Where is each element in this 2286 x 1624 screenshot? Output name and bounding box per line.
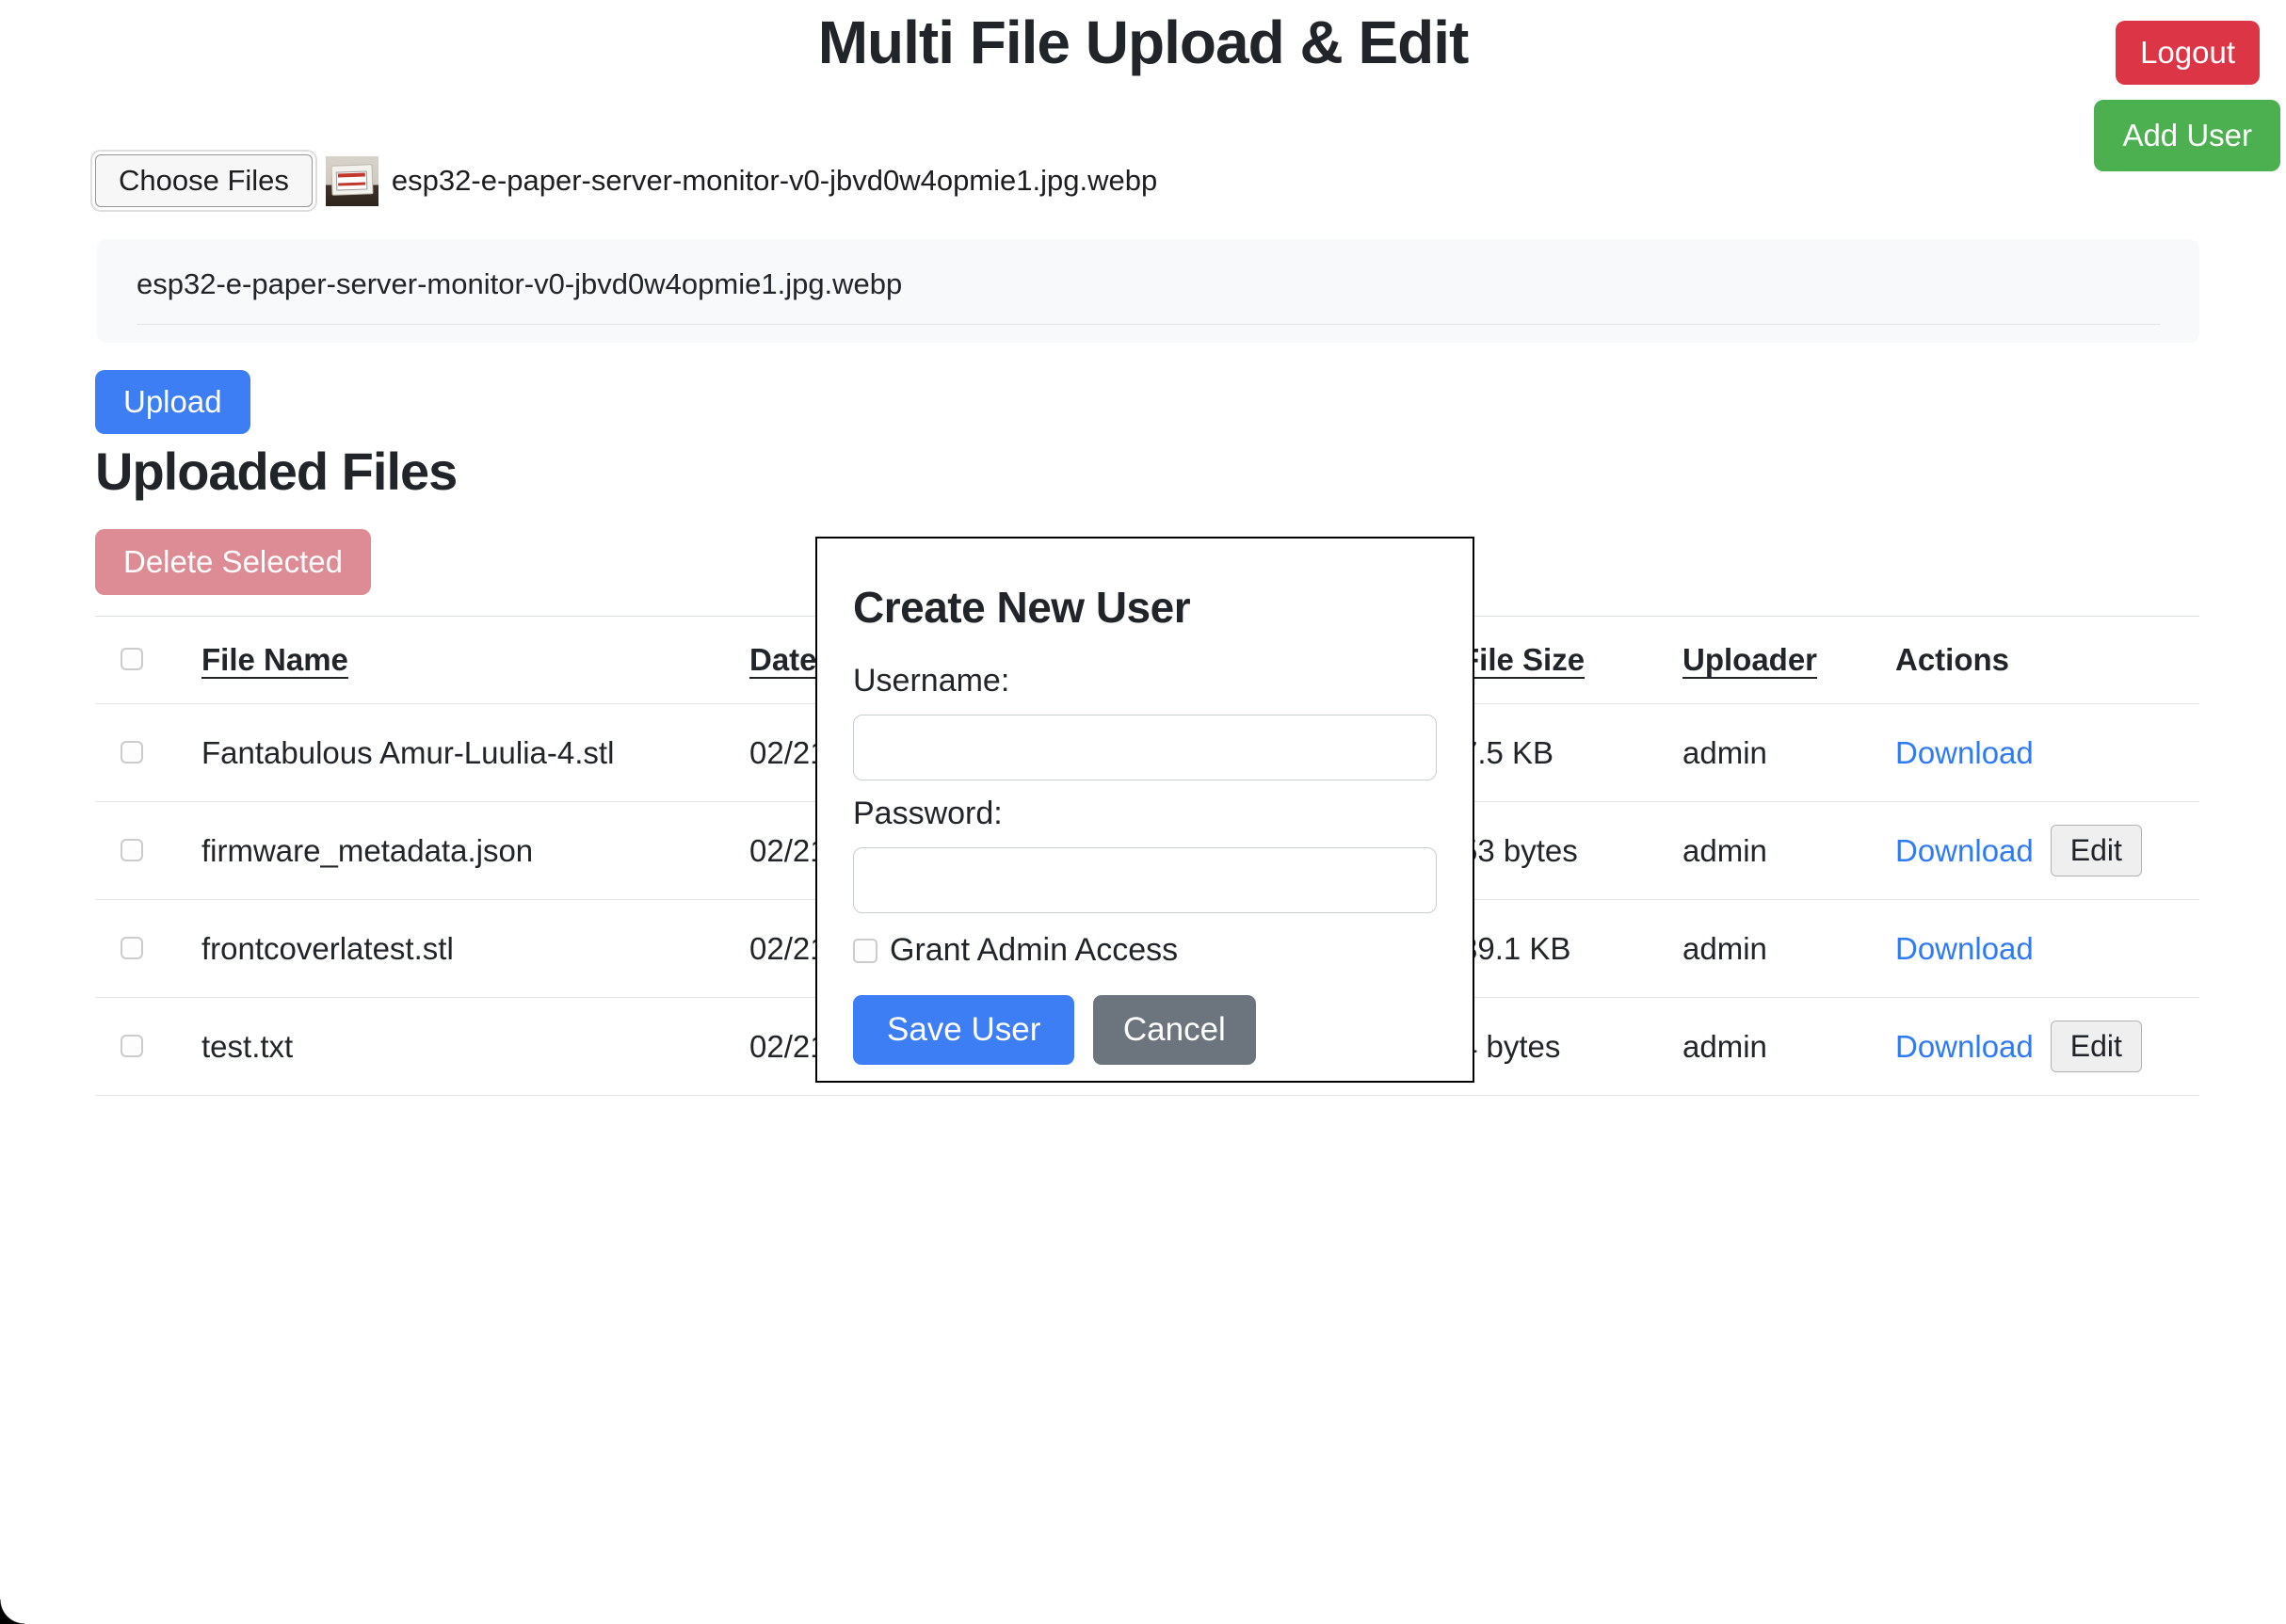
cell-file-name: firmware_metadata.json xyxy=(201,833,749,869)
uploaded-files-heading: Uploaded Files xyxy=(95,441,457,502)
screen-corner xyxy=(0,1600,24,1624)
cell-file-name: Fantabulous Amur-Luulia-4.stl xyxy=(201,735,749,771)
cell-file-size: 4 bytes xyxy=(1460,1029,1682,1065)
cell-file-name: frontcoverlatest.stl xyxy=(201,931,749,967)
grant-admin-row: Grant Admin Access xyxy=(853,932,1437,969)
download-link[interactable]: Download xyxy=(1895,833,2034,869)
header-file-size[interactable]: File Size xyxy=(1460,642,1682,678)
cell-file-size: 7.5 KB xyxy=(1460,735,1682,771)
edit-button[interactable]: Edit xyxy=(2051,1021,2142,1072)
file-input-row: Choose Files esp32-e-paper-server-monito… xyxy=(95,154,1157,207)
cell-file-size: 53 bytes xyxy=(1460,833,1682,869)
row-checkbox[interactable] xyxy=(121,1035,143,1057)
selected-file-name: esp32-e-paper-server-monitor-v0-jbvd0w4o… xyxy=(392,164,1157,198)
cell-uploader: admin xyxy=(1682,931,1895,967)
epaper-screen xyxy=(336,170,368,190)
header-file-name[interactable]: File Name xyxy=(201,642,749,678)
password-label: Password: xyxy=(853,796,1437,832)
logout-button[interactable]: Logout xyxy=(2116,21,2260,85)
page-title: Multi File Upload & Edit xyxy=(0,8,2286,77)
cell-uploader: admin xyxy=(1682,833,1895,869)
grant-admin-label: Grant Admin Access xyxy=(890,932,1178,969)
download-link[interactable]: Download xyxy=(1895,1029,2034,1065)
username-input[interactable] xyxy=(853,715,1437,780)
queued-files-list: esp32-e-paper-server-monitor-v0-jbvd0w4o… xyxy=(97,239,2199,343)
delete-selected-button[interactable]: Delete Selected xyxy=(95,529,371,595)
save-user-button[interactable]: Save User xyxy=(853,995,1074,1065)
download-link[interactable]: Download xyxy=(1895,931,2034,967)
cell-uploader: admin xyxy=(1682,1029,1895,1065)
cell-uploader: admin xyxy=(1682,735,1895,771)
create-user-modal: Create New User Username: Password: Gran… xyxy=(815,537,1474,1083)
row-checkbox[interactable] xyxy=(121,741,143,764)
row-checkbox[interactable] xyxy=(121,839,143,861)
password-input[interactable] xyxy=(853,847,1437,913)
edit-button[interactable]: Edit xyxy=(2051,825,2142,876)
modal-title: Create New User xyxy=(853,582,1437,633)
queued-file-item: esp32-e-paper-server-monitor-v0-jbvd0w4o… xyxy=(137,239,2160,325)
row-checkbox[interactable] xyxy=(121,937,143,959)
cancel-button[interactable]: Cancel xyxy=(1093,995,1256,1065)
download-link[interactable]: Download xyxy=(1895,735,2034,771)
choose-files-button[interactable]: Choose Files xyxy=(95,154,313,207)
cell-file-name: test.txt xyxy=(201,1029,749,1065)
header-uploader[interactable]: Uploader xyxy=(1682,642,1895,678)
username-label: Username: xyxy=(853,663,1437,699)
header-actions: Actions xyxy=(1895,642,2199,678)
selected-file-thumbnail xyxy=(326,156,378,206)
epaper-device-image xyxy=(330,164,373,196)
upload-button[interactable]: Upload xyxy=(95,370,250,434)
add-user-button[interactable]: Add User xyxy=(2094,100,2280,171)
select-all-checkbox[interactable] xyxy=(121,648,143,670)
cell-file-size: 39.1 KB xyxy=(1460,931,1682,967)
grant-admin-checkbox[interactable] xyxy=(853,939,877,963)
